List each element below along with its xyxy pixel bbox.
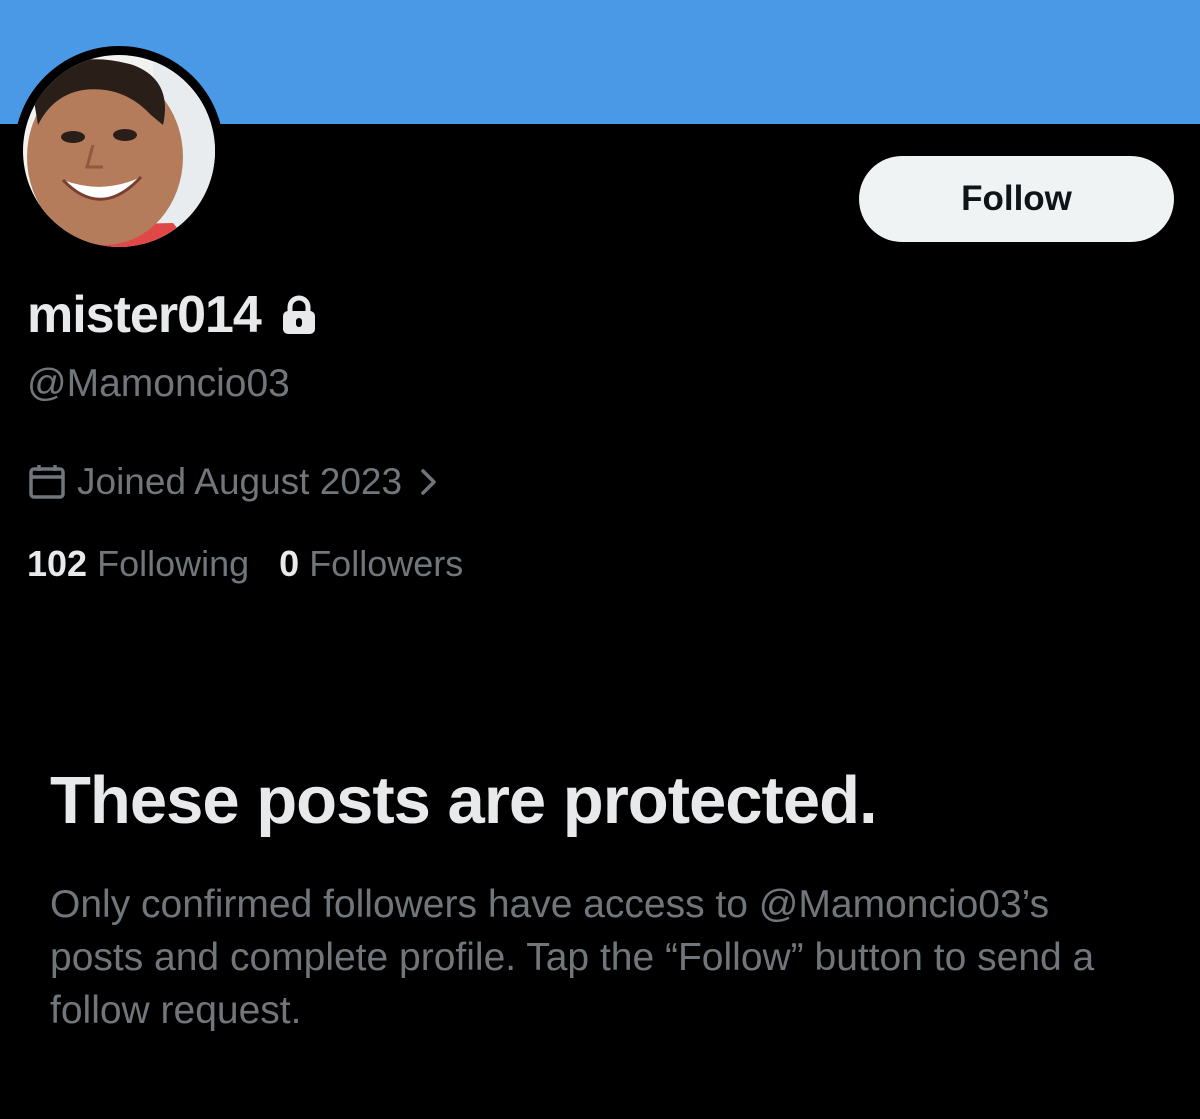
followers-count: 0	[279, 543, 300, 584]
avatar-photo	[23, 55, 215, 247]
follow-stats: 102 Following 0 Followers	[27, 540, 463, 588]
avatar-ring	[14, 46, 224, 256]
profile-page: Follow mister014 @Mamoncio03 Joined Augu…	[0, 0, 1200, 1119]
avatar[interactable]	[23, 55, 215, 247]
chevron-right-icon	[420, 467, 438, 497]
joined-date: Joined August 2023	[77, 461, 403, 502]
display-name: mister014	[27, 286, 262, 344]
calendar-icon	[27, 462, 67, 502]
protected-description: Only confirmed followers have access to …	[50, 883, 1095, 1032]
handle: @Mamoncio03	[27, 362, 290, 405]
following-label: Following	[97, 543, 250, 584]
following-count: 102	[27, 543, 88, 584]
display-name-row: mister014	[27, 280, 317, 350]
follow-button[interactable]: Follow	[859, 156, 1174, 242]
joined-date-row[interactable]: Joined August 2023	[27, 458, 438, 506]
protected-title: These posts are protected.	[50, 763, 878, 838]
following-stat[interactable]: 102 Following	[27, 543, 249, 585]
followers-stat[interactable]: 0 Followers	[279, 543, 463, 585]
lock-icon	[281, 295, 317, 335]
followers-label: Followers	[309, 543, 464, 584]
